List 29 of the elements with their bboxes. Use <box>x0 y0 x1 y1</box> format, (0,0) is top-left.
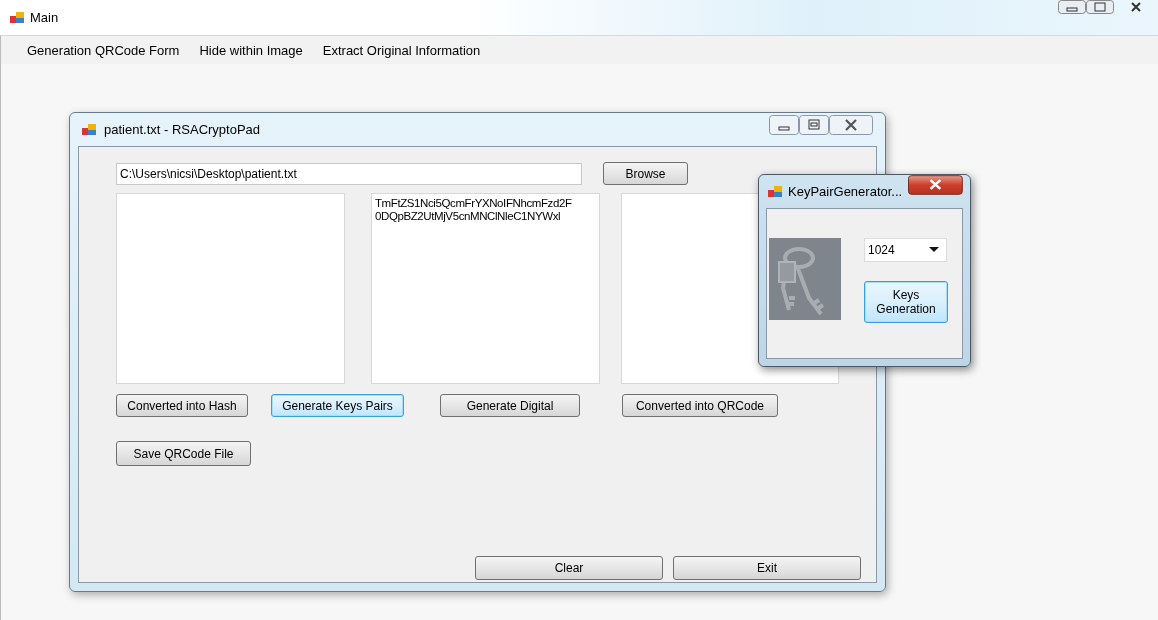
caret-icon <box>929 247 939 253</box>
dialog-title: KeyPairGenerator... <box>788 184 903 199</box>
keys-generation-button[interactable]: Keys Generation <box>864 281 948 323</box>
browse-button[interactable]: Browse <box>603 162 688 185</box>
app-icon <box>768 185 782 198</box>
keys-icon <box>769 238 841 320</box>
footer-button[interactable]: Clear <box>475 556 663 580</box>
close-icon[interactable] <box>829 115 873 135</box>
menu-item[interactable]: Hide within Image <box>189 42 313 58</box>
menu-item[interactable]: Generation QRCode Form <box>17 42 190 58</box>
window-title: patient.txt - RSACryptoPad <box>104 122 261 137</box>
minimize-icon[interactable] <box>769 115 799 135</box>
key-size-dropdown[interactable]: 1024 <box>864 238 947 262</box>
action-button[interactable]: Converted into QRCode <box>622 394 778 417</box>
app-icon <box>82 123 96 136</box>
action-button[interactable]: Generate Keys Pairs <box>271 394 404 417</box>
save-button[interactable]: Save QRCode File <box>116 441 251 466</box>
window-title: Main <box>30 10 59 25</box>
action-button[interactable]: Converted into Hash <box>116 394 248 417</box>
maximize-icon[interactable] <box>1086 0 1114 14</box>
minimize-icon[interactable] <box>1058 0 1086 14</box>
maximize-icon[interactable] <box>799 115 829 135</box>
action-button[interactable]: Generate Digital <box>440 394 580 417</box>
app-icon <box>10 11 24 24</box>
file-path-field[interactable]: C:\Users\nicsi\Desktop\patient.txt <box>116 162 582 185</box>
text-area[interactable]: TmFtZS1Nci5QcmFrYXNoIFNhcmFzd2F 0DQpBZ2UtMjV5cnMNClNleC1NYWxl <box>371 193 600 384</box>
footer-button[interactable]: Exit <box>673 556 861 580</box>
menu-item[interactable]: Extract Original Information <box>312 42 491 58</box>
close-icon[interactable] <box>908 175 963 195</box>
